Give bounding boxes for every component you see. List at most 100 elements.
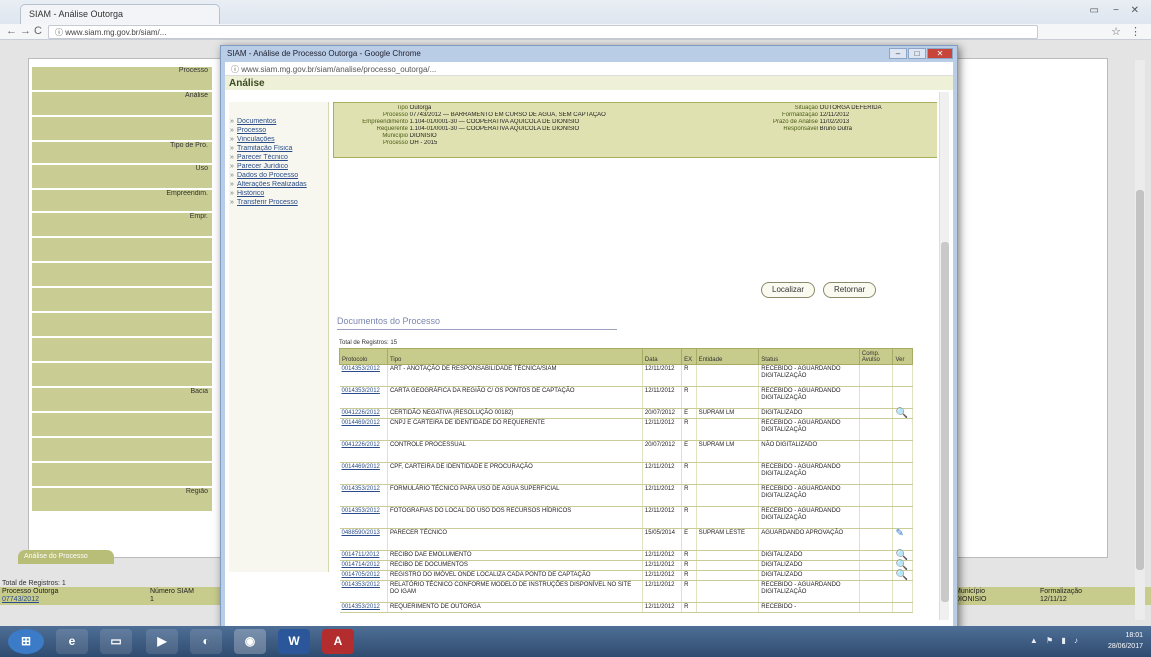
tray-icons[interactable]: ▲ ⚑ ▮ ♪	[1030, 636, 1081, 645]
popup-close-button[interactable]: ✕	[927, 48, 953, 59]
doc-date: 12/11/2012	[642, 580, 683, 603]
bg-field-label	[32, 237, 212, 261]
analise-processo-tab[interactable]: Análise do Processo	[18, 550, 114, 564]
protocol-link[interactable]: 0014714/2012	[339, 560, 388, 571]
view-icon[interactable]: 🔍	[892, 560, 913, 571]
hdr-emp-key: Empreendimento	[362, 119, 408, 125]
menu-item-9[interactable]: Transferir Processo	[229, 199, 328, 208]
hdr-proc-key: Processo	[382, 112, 408, 118]
popup-scrollbar[interactable]	[939, 92, 949, 620]
localizar-button[interactable]: Localizar	[761, 282, 816, 298]
bg-link-processo[interactable]: 07743/2012	[2, 596, 39, 603]
close-icon[interactable]: ✕	[1131, 5, 1139, 16]
doc-ex: R	[681, 386, 697, 409]
doc-type: CONTROLE PROCESSUAL	[387, 440, 643, 463]
doc-status: RECEBIDO - AGUARDANDO DIGITALIZAÇÃO	[758, 386, 860, 409]
star-icon[interactable]: ☆	[1111, 25, 1121, 38]
protocol-link[interactable]: 0014353/2012	[339, 580, 388, 603]
chrome-icon[interactable]: ◉	[234, 629, 266, 654]
protocol-link[interactable]: 0014469/2012	[339, 462, 388, 485]
menu-item-5[interactable]: Parecer Jurídico	[229, 163, 328, 172]
doc-status: DIGITALIZADO	[758, 550, 860, 561]
protocol-link[interactable]: 0014353/2012	[339, 602, 388, 613]
protocol-link[interactable]: 0014353/2012	[339, 506, 388, 529]
protocol-link[interactable]: 0488590/2013	[339, 528, 388, 551]
doc-comp	[859, 580, 894, 603]
menu-icon[interactable]: ⋮	[1130, 25, 1141, 38]
col-header: Entidade	[695, 348, 760, 365]
doc-type: CERTIDÃO NEGATIVA (RESOLUÇÃO 00182)	[387, 408, 643, 419]
menu-item-6[interactable]: Dados do Processo	[229, 172, 328, 181]
clock-time: 18:01	[1125, 632, 1143, 639]
protocol-link[interactable]: 0041226/2012	[339, 440, 388, 463]
doc-ex: R	[681, 418, 697, 441]
bg-field-label	[32, 287, 212, 311]
bg-field-label: Empreendim.	[32, 189, 212, 211]
maximize-icon[interactable]: −	[1113, 5, 1119, 16]
menu-item-7[interactable]: Alterações Realizadas	[229, 181, 328, 190]
protocol-link[interactable]: 0014353/2012	[339, 484, 388, 507]
table-row: 0014714/2012 RECIBO DE DOCUMENTOS 12/11/20…	[339, 560, 913, 571]
menu-item-4[interactable]: Parecer Técnico	[229, 154, 328, 163]
clock[interactable]: 18:01 28/06/2017	[1108, 630, 1143, 652]
protocol-link[interactable]: 0014469/2012	[339, 418, 388, 441]
bg-field-label: Análise	[32, 91, 212, 115]
doc-status: NÃO DIGITALIZADO	[758, 440, 860, 463]
minimize-icon[interactable]: ▭	[1090, 5, 1099, 16]
doc-status: RECEBIDO - AGUARDANDO DIGITALIZAÇÃO	[758, 580, 860, 603]
clock-date: 28/06/2017	[1107, 643, 1143, 650]
retornar-button[interactable]: Retornar	[823, 282, 877, 298]
menu-item-8[interactable]: Histórico	[229, 190, 328, 199]
action-buttons: Localizar Retornar	[761, 282, 877, 298]
doc-comp	[859, 418, 894, 441]
pdf-icon[interactable]: A	[322, 629, 354, 654]
view-icon[interactable]: 🔍	[892, 408, 913, 419]
start-button[interactable]: ⊞	[8, 629, 44, 654]
side-menu: DocumentosProcessoVinculaçõesTramitação …	[229, 102, 329, 572]
menu-item-1[interactable]: Processo	[229, 127, 328, 136]
table-row: 0014353/2012 ART - ANOTAÇÃO DE RESPONSABI…	[339, 364, 913, 387]
hdr-resp-key: Responsável	[783, 126, 818, 132]
popup-maximize-button[interactable]: □	[908, 48, 926, 59]
protocol-link[interactable]: 0014353/2012	[339, 386, 388, 409]
protocol-link[interactable]: 0041226/2012	[339, 408, 388, 419]
doc-entity: SUPRAM LM	[696, 440, 760, 463]
media-icon[interactable]: ▶	[146, 629, 178, 654]
page-scrollbar[interactable]	[1135, 60, 1145, 620]
desktop: SIAM - Análise Outorga ▭ − ✕ ← → C ⓘ www…	[0, 0, 1151, 657]
bg-field-label: Empr.	[32, 212, 212, 236]
bg-field-label: Região	[32, 487, 212, 511]
menu-item-3[interactable]: Tramitação Física	[229, 145, 328, 154]
browser-tab[interactable]: SIAM - Análise Outorga	[20, 4, 220, 24]
view-icon[interactable]: 🔍	[892, 550, 913, 561]
app-icon[interactable]: ◐	[190, 629, 222, 654]
hdr-proc-val: 07743/2012 — BARRAMENTO EM CURSO DE AGUA…	[409, 112, 606, 118]
forward-icon[interactable]: →	[20, 25, 31, 37]
explorer-icon[interactable]: ▭	[100, 629, 132, 654]
doc-date: 12/11/2012	[642, 550, 683, 561]
ie-icon[interactable]: e	[56, 629, 88, 654]
reload-icon[interactable]: C	[34, 25, 42, 37]
col-header: Comp. Avulso	[858, 348, 894, 365]
word-icon[interactable]: W	[278, 629, 310, 654]
popup-minimize-button[interactable]: –	[889, 48, 907, 59]
doc-ex: R	[681, 506, 697, 529]
popup-scroll-thumb[interactable]	[941, 242, 949, 602]
menu-item-0[interactable]: Documentos	[229, 118, 328, 127]
menu-item-2[interactable]: Vinculações	[229, 136, 328, 145]
table-row: 0014353/2012 REQUERIMENTO DE OUTORGA 12/11…	[339, 602, 913, 613]
view-icon[interactable]: ✎	[892, 528, 913, 551]
protocol-link[interactable]: 0014711/2012	[339, 550, 388, 561]
nav-bar: ← → C ⓘ www.siam.mg.gov.br/siam/... ☆ ⋮	[0, 24, 1151, 40]
doc-comp	[859, 408, 894, 419]
doc-date: 15/05/2014	[642, 528, 683, 551]
protocol-link[interactable]: 0014353/2012	[339, 364, 388, 387]
back-icon[interactable]: ←	[6, 25, 17, 37]
view-icon[interactable]: 🔍	[892, 570, 913, 581]
bg-val-siam: 1	[150, 596, 154, 603]
doc-comp	[859, 386, 894, 409]
page-scroll-thumb[interactable]	[1136, 190, 1144, 570]
doc-comp	[859, 560, 894, 571]
protocol-link[interactable]: 0014705/2012	[339, 570, 388, 581]
address-bar[interactable]: ⓘ www.siam.mg.gov.br/siam/...	[48, 25, 1038, 39]
